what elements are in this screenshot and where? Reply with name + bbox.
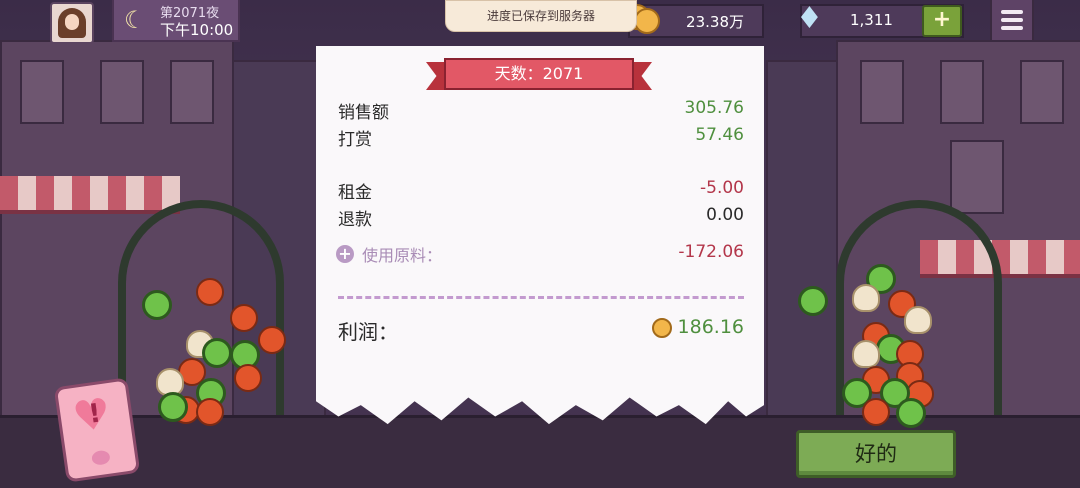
refund-value: 0.00 (706, 205, 744, 225)
materials-value: -172.06 (678, 242, 744, 262)
divider (338, 296, 744, 299)
profit-value: 186.16 (677, 316, 744, 338)
sales-label: 销售额 (338, 103, 389, 123)
coin-icon (652, 318, 672, 338)
ok-button[interactable]: 好的 (796, 430, 956, 478)
menu-button[interactable] (990, 0, 1034, 42)
game-time: 下午10:00 (160, 21, 234, 39)
materials-label[interactable]: 使用原料： (362, 242, 442, 266)
phone-heart-icon[interactable]: ♥! (53, 377, 141, 483)
rent-label: 租金 (338, 183, 372, 203)
profit-label: 利润： (338, 320, 398, 344)
expand-plus-icon[interactable]: + (336, 245, 354, 263)
gem-value: 1,311 (850, 11, 893, 29)
tips-label: 打赏 (338, 130, 372, 150)
coin-value: 23.38万 (686, 13, 744, 31)
day-title: 天数：2071 (444, 58, 634, 90)
rent-value: -5.00 (700, 178, 744, 198)
coin-icon (634, 8, 660, 34)
player-avatar[interactable] (50, 2, 94, 44)
diamond-icon: ♦ (796, 1, 823, 36)
night-indicator: ☾ 第2071夜 下午10:00 (112, 0, 240, 42)
tips-value: 57.46 (695, 125, 744, 145)
day-ribbon: 天数：2071 (426, 58, 652, 94)
moon-icon: ☾ (124, 6, 146, 34)
sales-value: 305.76 (684, 98, 744, 118)
add-gems-button[interactable]: + (922, 5, 962, 37)
save-toast: 进度已保存到服务器 (445, 0, 637, 32)
menu-icon (1001, 10, 1023, 14)
coin-counter: 23.38万 (624, 4, 764, 38)
refund-label: 退款 (338, 210, 372, 230)
